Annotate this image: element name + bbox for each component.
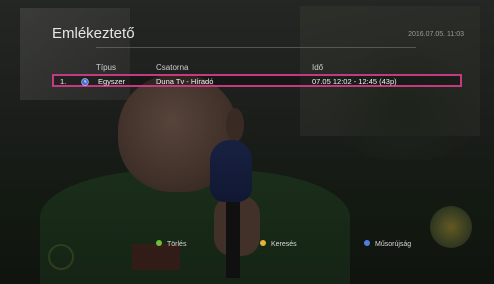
datetime-display: 2016.07.05. 11:03	[408, 31, 464, 38]
search-label: Keresés	[271, 241, 297, 248]
row-index: 1.	[60, 77, 67, 86]
green-key-icon	[156, 240, 162, 246]
tv-screen: Emlékeztető 2016.07.05. 11:03 Típus Csat…	[0, 0, 494, 284]
row-channel: Duna Tv - Híradó	[156, 77, 214, 86]
column-header-type: Típus	[96, 63, 117, 72]
clock-icon	[81, 78, 89, 86]
yellow-key-icon	[260, 240, 266, 246]
row-type: Egyszer	[98, 77, 126, 86]
row-time: 07.05 12:02 - 12:45 (43p)	[312, 77, 397, 86]
search-button[interactable]: Keresés	[260, 240, 297, 248]
column-header-channel: Csatorna	[156, 63, 189, 72]
column-header-time: Idő	[312, 63, 324, 72]
page-title: Emlékeztető	[52, 25, 135, 42]
delete-button[interactable]: Törlés	[156, 240, 186, 248]
epg-label: Műsorújság	[375, 241, 412, 248]
epg-button[interactable]: Műsorújság	[364, 240, 411, 248]
blue-key-icon	[364, 240, 370, 246]
header-divider	[96, 47, 416, 48]
menu-dim-overlay	[0, 0, 494, 284]
reminder-row[interactable]: 1. Egyszer Duna Tv - Híradó 07.05 12:02 …	[52, 74, 462, 87]
delete-label: Törlés	[167, 241, 187, 248]
